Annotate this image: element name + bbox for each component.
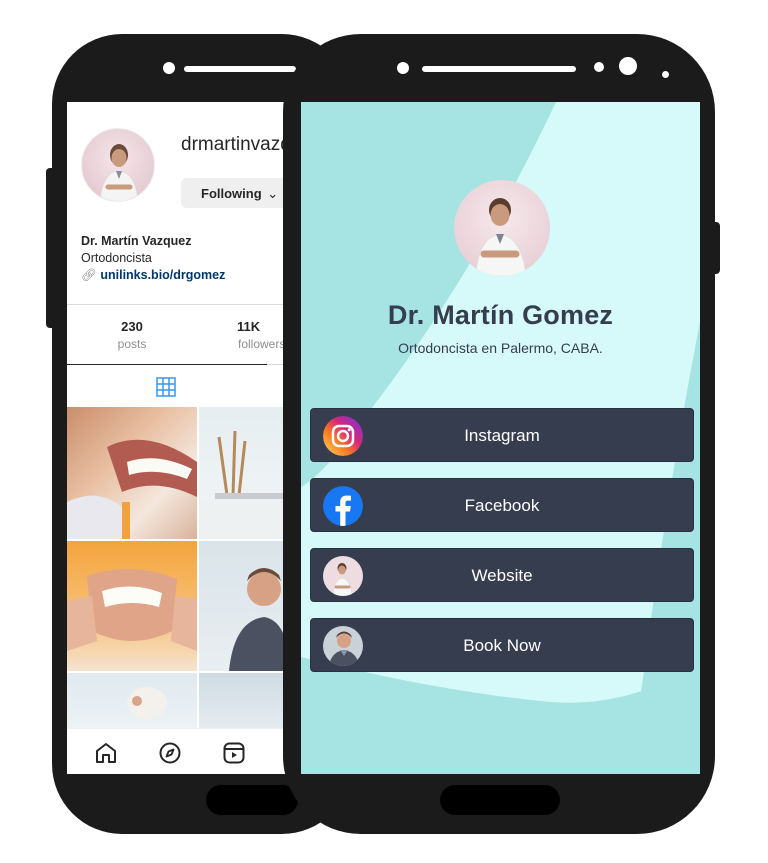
profile-link-text: unilinks.bio/drgomez — [100, 268, 226, 282]
posts-label: posts — [117, 337, 147, 351]
bottom-nav — [67, 728, 289, 774]
profile-avatar — [454, 180, 550, 276]
post-thumbnail[interactable] — [199, 541, 289, 671]
following-button[interactable]: Following ⌄ — [181, 178, 289, 208]
posts-count: 230 — [121, 319, 143, 334]
front-phone-speaker — [422, 66, 576, 72]
profile-avatar[interactable] — [81, 128, 155, 202]
back-phone-camera — [163, 62, 175, 74]
grid-tab[interactable] — [155, 376, 177, 398]
front-phone-home-button — [440, 785, 560, 815]
profile-name: Dr. Martín Gomez — [387, 300, 614, 330]
post-thumbnail[interactable] — [67, 407, 197, 539]
chevron-down-icon: ⌄ — [267, 186, 279, 201]
home-icon[interactable] — [94, 741, 118, 765]
followers-count[interactable]: 11K — [237, 319, 289, 334]
website-button-label: Website — [471, 566, 533, 585]
facebook-link-button[interactable]: Facebook — [310, 478, 694, 532]
profile-username: drmartinvazq — [181, 134, 289, 155]
link-page-screen: Dr. Martín Gomez Ortodoncista en Palermo… — [301, 102, 700, 774]
following-label: Following — [201, 186, 262, 201]
front-phone-sensor — [594, 62, 604, 72]
profile-subtitle: Ortodoncista en Palermo, CABA. — [398, 340, 603, 356]
back-phone-speaker — [184, 66, 296, 72]
front-phone-flash — [662, 71, 669, 78]
post-thumbnail[interactable] — [199, 673, 289, 733]
reels-icon[interactable] — [222, 741, 246, 765]
post-thumbnail[interactable] — [199, 407, 289, 539]
grid-icon — [156, 377, 176, 397]
instagram-button-label: Instagram — [464, 426, 540, 445]
profile-bio: Ortodoncista — [81, 251, 152, 265]
book-now-link-button[interactable]: Book Now — [310, 618, 694, 672]
grid-tab-indicator — [67, 364, 267, 365]
explore-icon[interactable] — [158, 741, 182, 765]
front-phone-camera — [619, 57, 637, 75]
followers-label[interactable]: followers — [238, 337, 289, 351]
facebook-button-label: Facebook — [464, 496, 540, 515]
link-icon: 🔗︎ — [81, 268, 97, 282]
book-now-button-label: Book Now — [463, 636, 541, 655]
website-link-button[interactable]: Website — [310, 548, 694, 602]
profile-display-name: Dr. Martín Vazquez — [81, 234, 192, 248]
front-phone-camera-left — [397, 62, 409, 74]
back-phone-home-button — [206, 785, 298, 815]
profile-link[interactable]: 🔗︎ unilinks.bio/drgomez — [81, 268, 225, 283]
instagram-profile-screen: drmartinvazq Following ⌄ Dr. Martín Vazq… — [67, 102, 289, 774]
post-thumbnail[interactable] — [67, 673, 197, 733]
instagram-link-button[interactable]: Instagram — [310, 408, 694, 462]
stats-top-divider — [67, 304, 289, 305]
post-thumbnail[interactable] — [67, 541, 197, 671]
